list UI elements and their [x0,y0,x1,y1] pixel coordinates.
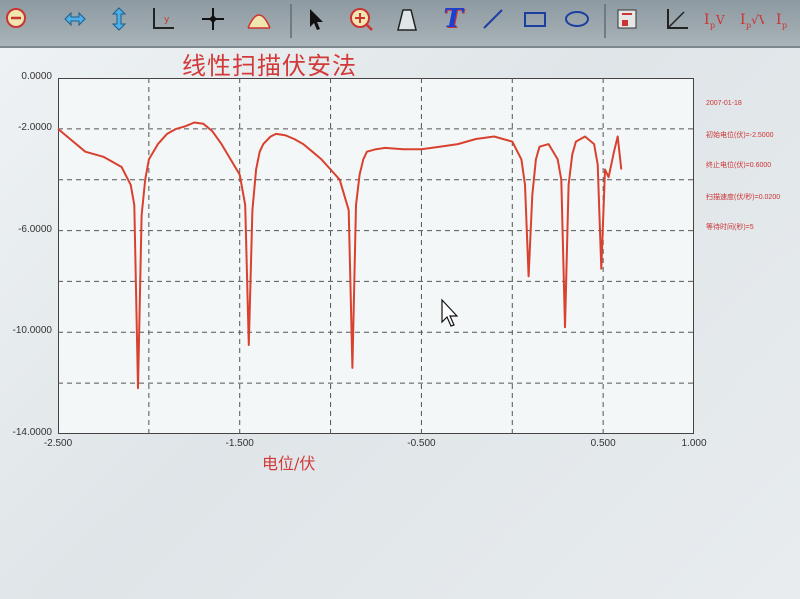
info-final-potential: 终止电位(伏)=0.6000 [706,162,772,169]
info-date: 2007-01-18 [706,100,742,107]
mouse-cursor-icon [441,298,458,327]
y-tick-label: -10.0000 [12,325,52,337]
x-tick-label: 0.500 [590,438,616,449]
info-scan-rate: 扫描速度(伏/秒)=0.0200 [706,194,781,201]
info-wait-time: 等待时间(秒)=5 [706,224,754,231]
series-line-0 [57,121,623,390]
info-initial-potential: 初始电位(伏)=-2.5000 [706,132,774,139]
y-tick-label: -14.0000 [12,427,52,438]
x-tick-label: -1.500 [225,438,254,449]
x-tick-label: -0.500 [407,438,436,449]
y-tick-label: 0.0000 [21,71,52,82]
plot-svg [57,78,694,434]
y-tick-label: -6.0000 [18,223,52,235]
x-tick-label: -2.500 [43,438,73,449]
x-tick-label: 1.000 [681,438,707,449]
y-tick-label: -2.0000 [18,121,52,133]
x-axis-title: 电位/伏 [262,454,316,473]
